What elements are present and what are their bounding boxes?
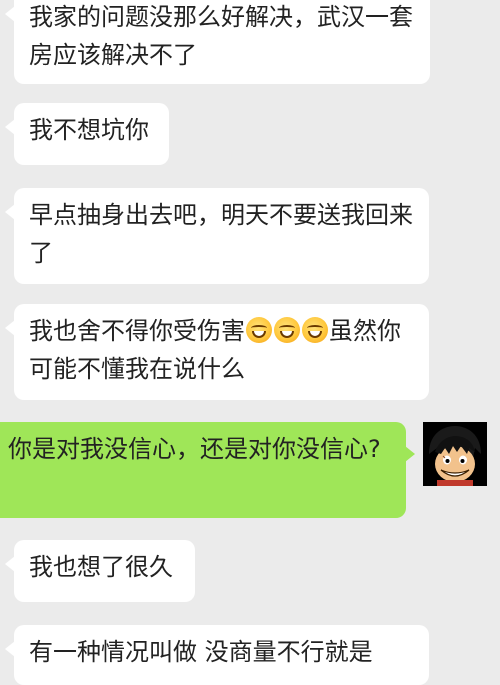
message-text: 我家的问题没那么好解决，武汉一套房应该解决不了 [29, 3, 413, 69]
message-bubble-incoming[interactable]: 我家的问题没那么好解决，武汉一套房应该解决不了 [5, 0, 430, 84]
avatar[interactable] [423, 422, 487, 486]
chat-thread: 我家的问题没那么好解决，武汉一套房应该解决不了 我不想坑你 早点抽身出去吧，明天… [0, 0, 500, 685]
message-text: 我也舍不得你受伤害 [29, 317, 245, 345]
message-text: 我也想了很久 [29, 553, 173, 581]
message-bubble-incoming[interactable]: 我也想了很久 [5, 540, 195, 602]
smiling-face-icon [302, 317, 328, 343]
message-bubble-incoming[interactable]: 我也舍不得你受伤害 虽然你可能不懂我在说什么 [5, 304, 429, 400]
smiling-face-icon [246, 317, 272, 343]
smiling-face-icon [274, 317, 300, 343]
message-bubble-incoming[interactable]: 有一种情况叫做 没商量不行就是 [5, 625, 429, 685]
message-bubble-incoming[interactable]: 我不想坑你 [5, 103, 169, 165]
message-text: 早点抽身出去吧，明天不要送我回来了 [29, 201, 413, 267]
message-bubble-incoming[interactable]: 早点抽身出去吧，明天不要送我回来了 [5, 188, 429, 284]
message-bubble-outgoing[interactable]: 你是对我没信心，还是对你没信心? [0, 422, 415, 518]
message-text: 我不想坑你 [29, 116, 149, 144]
message-text: 你是对我没信心，还是对你没信心? [8, 435, 381, 463]
message-text: 有一种情况叫做 没商量不行就是 [29, 638, 373, 666]
anime-character-avatar-icon [423, 422, 487, 486]
